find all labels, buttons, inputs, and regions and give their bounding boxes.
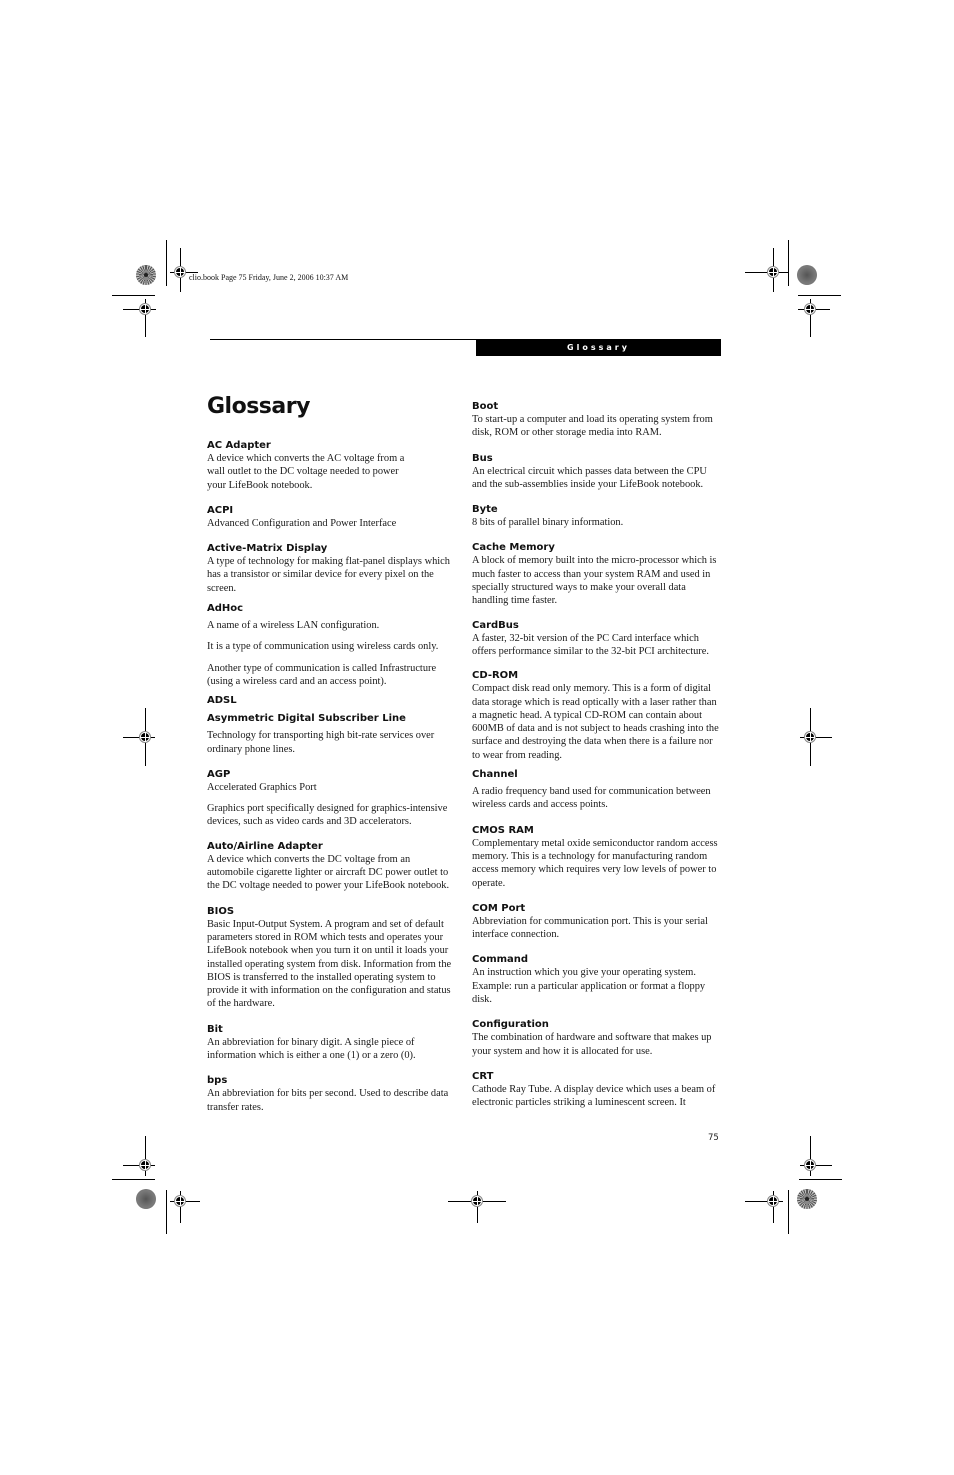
glossary-term: Boot — [472, 401, 499, 412]
glossary-definition: A block of memory built into the micro-p… — [472, 555, 717, 607]
glossary-entry: CMOS RAM Complementary metal oxide semico… — [472, 824, 722, 890]
glossary-subterm: Asymmetric Digital Subscriber Line — [207, 713, 406, 725]
glossary-term: Command — [472, 954, 529, 966]
color-registration-disc — [797, 1189, 817, 1209]
glossary-definition: Basic Input-Output System. A program and… — [207, 918, 452, 1010]
color-registration-disc — [136, 1189, 156, 1209]
glossary-definition: Complementary metal oxide semiconductor … — [472, 837, 718, 889]
glossary-term: Channel — [472, 769, 518, 781]
glossary-entry: Boot To start-up a computer and load its … — [472, 400, 722, 440]
glossary-entry: Auto/Airline Adapter A device which conve… — [207, 840, 457, 893]
color-registration-disc — [797, 265, 817, 285]
glossary-term: ADSL — [207, 695, 237, 707]
glossary-definition: An abbreviation for bits per second. Use… — [207, 1088, 449, 1113]
print-slug: clio.book Page 75 Friday, June 2, 2006 1… — [189, 273, 349, 282]
crop-mark — [166, 240, 167, 286]
glossary-entry: COM Port Abbreviation for communication p… — [472, 902, 722, 942]
glossary-entry: Bit An abbreviation for binary digit. A s… — [207, 1023, 457, 1063]
crop-mark — [788, 1190, 789, 1234]
glossary-definition: An abbreviation for binary digit. A sing… — [207, 1036, 416, 1062]
crop-mark — [112, 1179, 155, 1180]
page-number: 75 — [708, 1133, 719, 1143]
glossary-entry: AGP Accelerated Graphics Port Graphics por… — [207, 768, 457, 829]
glossary-entry: ACPI Advanced Configuration and Power Int… — [207, 504, 457, 530]
glossary-term: CMOS RAM — [472, 824, 534, 836]
glossary-definition: 8 bits of parallel binary information. — [472, 517, 624, 529]
glossary-definition: Technology for transporting high bit-rat… — [207, 730, 435, 755]
glossary-term: COM Port — [472, 902, 526, 914]
glossary-term: AC Adapter — [207, 440, 271, 451]
glossary-definition: Graphics port specifically designed for … — [207, 803, 448, 828]
glossary-definition: Another type of communication is called … — [207, 662, 437, 687]
running-header: Glossary — [476, 339, 721, 356]
crop-mark — [798, 295, 841, 296]
glossary-entry: Cache Memory A block of memory built into… — [472, 541, 722, 607]
glossary-term: Auto/Airline Adapter — [207, 840, 323, 852]
crop-mark — [788, 240, 789, 286]
glossary-definition: An instruction which you give your opera… — [472, 967, 706, 1006]
glossary-term: bps — [207, 1075, 228, 1087]
glossary-term: CardBus — [472, 619, 519, 631]
glossary-left-column: AC Adapter A device which converts the AC… — [207, 439, 457, 1114]
glossary-definition: Compact disk read only memory. This is a… — [472, 683, 719, 761]
glossary-definition: An electrical circuit which passes data … — [472, 465, 707, 490]
glossary-term: CD-ROM — [472, 670, 519, 682]
glossary-entry: bps An abbreviation for bits per second. … — [207, 1074, 457, 1114]
glossary-entry: BIOS Basic Input-Output System. A program… — [207, 905, 457, 1011]
color-registration-disc — [136, 265, 156, 285]
glossary-entry: Bus An electrical circuit which passes da… — [472, 452, 722, 492]
glossary-entry: Byte 8 bits of parallel binary informatio… — [472, 503, 722, 529]
glossary-definition: Abbreviation for communication port. Thi… — [472, 915, 708, 941]
glossary-definition: Advanced Configuration and Power Interfa… — [207, 517, 397, 529]
crop-mark — [112, 295, 155, 296]
glossary-entry: CardBus A faster, 32-bit version of the P… — [472, 619, 722, 659]
glossary-entry: Active-Matrix Display A type of technolog… — [207, 542, 457, 595]
glossary-definition: A faster, 32-bit version of the PC Card … — [472, 632, 709, 657]
crop-mark — [166, 1190, 167, 1234]
glossary-definition: wall outlet to the DC voltage needed to … — [207, 466, 399, 478]
glossary-entry: ADSL Asymmetric Digital Subscriber Line Te… — [207, 694, 457, 756]
glossary-entry: CRT Cathode Ray Tube. A display device wh… — [472, 1070, 722, 1110]
glossary-entry: AdHoc A name of a wireless LAN configurat… — [207, 602, 457, 688]
glossary-definition: The combination of hardware and software… — [472, 1032, 712, 1057]
glossary-right-column: Boot To start-up a computer and load its … — [472, 400, 722, 1110]
glossary-definition: To start-up a computer and load its oper… — [472, 414, 713, 439]
glossary-definition: A device which converts the DC voltage f… — [207, 853, 450, 892]
glossary-definition: It is a type of communication using wire… — [207, 641, 439, 653]
glossary-definition: your LifeBook notebook. — [207, 479, 313, 491]
header-rule — [210, 339, 476, 340]
glossary-definition: A device which converts the AC voltage f… — [207, 453, 405, 464]
glossary-term: CRT — [472, 1070, 494, 1082]
glossary-entry: AC Adapter A device which converts the AC… — [207, 439, 457, 492]
glossary-term: AGP — [207, 768, 231, 780]
glossary-term: Configuration — [472, 1019, 549, 1031]
glossary-definition: Accelerated Graphics Port — [207, 781, 317, 793]
glossary-term: Byte — [472, 504, 498, 516]
glossary-definition: Cathode Ray Tube. A display device which… — [472, 1083, 716, 1109]
glossary-definition: A radio frequency band used for communic… — [472, 786, 711, 811]
glossary-entry: Channel A radio frequency band used for c… — [472, 768, 722, 812]
glossary-entry: Configuration The combination of hardware… — [472, 1018, 722, 1058]
glossary-term: Active-Matrix Display — [207, 543, 328, 555]
page-title: Glossary — [207, 394, 310, 419]
glossary-term: AdHoc — [207, 603, 244, 615]
glossary-term: Bit — [207, 1023, 223, 1035]
crop-mark — [799, 1179, 842, 1180]
glossary-entry: Command An instruction which you give you… — [472, 953, 722, 1006]
glossary-term: ACPI — [207, 504, 234, 516]
glossary-term: BIOS — [207, 905, 235, 917]
glossary-definition: A type of technology for making flat-pan… — [207, 556, 450, 594]
glossary-definition: A name of a wireless LAN configuration. — [207, 620, 380, 632]
glossary-entry: CD-ROM Compact disk read only memory. Thi… — [472, 669, 722, 762]
glossary-term: Bus — [472, 452, 493, 464]
glossary-term: Cache Memory — [472, 542, 555, 554]
